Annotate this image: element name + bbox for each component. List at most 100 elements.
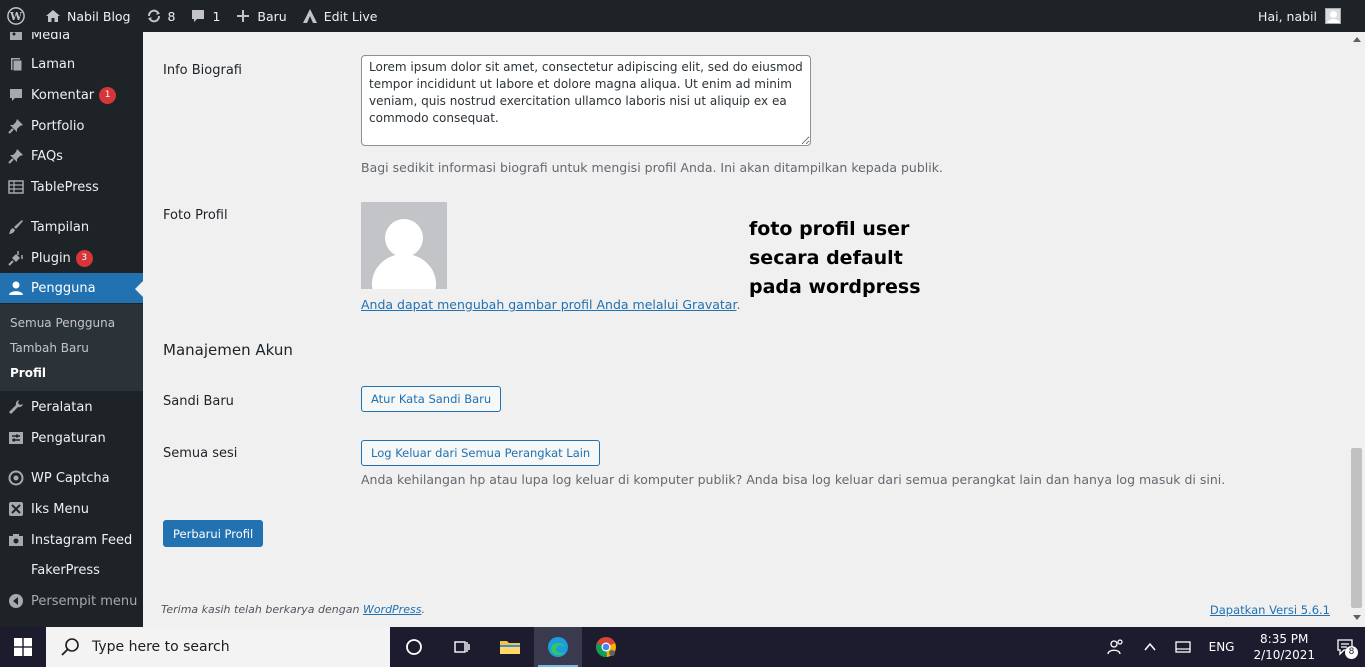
greeting: Hai, nabil (1258, 8, 1317, 24)
logout-everywhere-button[interactable]: Log Keluar dari Semua Perangkat Lain (361, 440, 601, 466)
avatar (1325, 8, 1341, 24)
people-button[interactable] (1098, 627, 1134, 667)
wordpress-link[interactable]: WordPress (363, 603, 422, 616)
menu-icon (7, 500, 25, 518)
set-new-password-button[interactable]: Atur Kata Sandi Baru (361, 386, 502, 412)
media-icon (7, 32, 25, 44)
footer-thanks: Terima kasih telah berkarya dengan WordP… (161, 603, 425, 616)
submenu-add-new[interactable]: Tambah Baru (10, 341, 89, 355)
gravatar-link[interactable]: Anda dapat mengubah gambar profil Anda m… (361, 297, 736, 312)
scrollbar-thumb[interactable] (1351, 448, 1362, 608)
notification-count-badge: 8 (1345, 646, 1358, 659)
sidebar-item-tablepress[interactable]: TablePress (0, 172, 143, 202)
sidebar-item-faqs[interactable]: FAQs (0, 141, 143, 171)
start-button[interactable] (0, 627, 46, 667)
show-hidden-icons-button[interactable] (1134, 627, 1166, 667)
wordpress-logo-button[interactable]: W (0, 0, 37, 32)
profile-avatar (361, 202, 447, 289)
pin-icon (7, 147, 25, 165)
new-content-link[interactable]: Baru (227, 0, 293, 32)
wordpress-logo-icon: W (7, 7, 25, 25)
sidebar-item-media[interactable]: Media (0, 32, 143, 50)
sidebar-item-peralatan[interactable]: Peralatan (0, 392, 143, 422)
sidebar-item-instagram-feed[interactable]: Instagram Feed (0, 525, 143, 555)
edit-live-icon (301, 7, 319, 25)
edge-browser-button[interactable] (534, 627, 582, 667)
task-view-icon (454, 641, 470, 653)
comment-count-badge: 1 (99, 86, 117, 104)
sessions-description: Anda kehilangan hp atau lupa log keluar … (361, 472, 1226, 487)
sidebar-item-portfolio[interactable]: Portfolio (0, 111, 143, 141)
plugin-icon (7, 249, 25, 267)
annotation-text: foto profil user secara default pada wor… (749, 218, 921, 298)
main-content: Info Biografi Lorem ipsum dolor sit amet… (143, 32, 1348, 627)
sidebar-item-laman[interactable]: Laman (0, 49, 143, 79)
folder-icon (500, 641, 520, 654)
sidebar-item-wp-captcha[interactable]: WP Captcha (0, 463, 143, 493)
comment-icon (189, 7, 207, 25)
page-icon (7, 55, 25, 73)
updates-link[interactable]: 8 (138, 0, 183, 32)
comment-icon (7, 86, 25, 104)
search-placeholder: Type here to search (92, 639, 230, 655)
sidebar-item-pengguna[interactable]: Pengguna (0, 273, 143, 303)
plugin-update-badge: 3 (75, 249, 93, 267)
submenu-profile[interactable]: Profil (10, 366, 46, 380)
settings-icon (7, 429, 25, 447)
chevron-up-icon (1144, 642, 1156, 651)
scroll-up-arrow-icon[interactable] (1353, 37, 1361, 42)
wrench-icon (7, 398, 25, 416)
display-button[interactable] (1166, 627, 1200, 667)
windows-taskbar: Type here to search ENG 8:35 PM 2/10/202… (0, 627, 1365, 667)
bio-label: Info Biografi (163, 63, 242, 78)
sidebar-item-komentar[interactable]: Komentar 1 (0, 80, 143, 110)
sessions-label: Semua sesi (163, 446, 238, 461)
home-icon (44, 7, 62, 25)
pin-icon (7, 117, 25, 135)
search-icon (61, 638, 79, 656)
site-name-link[interactable]: Nabil Blog (37, 0, 138, 32)
language-indicator[interactable]: ENG (1200, 627, 1244, 667)
gravatar-note: Anda dapat mengubah gambar profil Anda m… (361, 297, 741, 312)
chrome-browser-button[interactable] (582, 627, 630, 667)
comments-link[interactable]: 1 (182, 0, 227, 32)
edit-live-link[interactable]: Edit Live (294, 0, 385, 32)
users-submenu: Semua Pengguna Tambah Baru Profil (0, 304, 143, 391)
sidebar-item-iks-menu[interactable]: Iks Menu (0, 494, 143, 524)
taskbar-clock[interactable]: 8:35 PM 2/10/2021 (1243, 631, 1325, 663)
sidebar-item-pengaturan[interactable]: Pengaturan (0, 423, 143, 453)
file-explorer-button[interactable] (486, 627, 534, 667)
update-profile-button[interactable]: Perbarui Profil (163, 520, 264, 547)
get-version-link[interactable]: Dapatkan Versi 5.6.1 (1210, 603, 1330, 617)
display-icon (1174, 641, 1191, 653)
new-password-label: Sandi Baru (163, 394, 234, 409)
collapse-menu-button[interactable]: Persempit menu (0, 586, 143, 616)
sidebar-item-tampilan[interactable]: Tampilan (0, 212, 143, 242)
action-center-button[interactable]: 8 (1325, 627, 1365, 667)
fakerpress-icon (7, 561, 25, 579)
shield-icon (7, 469, 25, 487)
my-account-link[interactable]: Hai, nabil (1258, 8, 1365, 24)
profile-photo-label: Foto Profil (163, 208, 228, 223)
scroll-down-arrow-icon[interactable] (1353, 615, 1361, 620)
comments-count: 1 (212, 8, 221, 24)
site-name: Nabil Blog (67, 8, 131, 24)
plus-icon (234, 7, 252, 25)
taskbar-search-box[interactable]: Type here to search (46, 627, 390, 667)
cortana-icon (406, 639, 422, 655)
bio-textarea[interactable]: Lorem ipsum dolor sit amet, consectetur … (361, 55, 811, 146)
task-view-button[interactable] (438, 627, 486, 667)
page-scrollbar[interactable] (1348, 32, 1365, 627)
cortana-button[interactable] (390, 627, 438, 667)
sidebar-item-plugin[interactable]: Plugin 3 (0, 243, 143, 273)
camera-icon (7, 531, 25, 549)
submenu-all-users[interactable]: Semua Pengguna (10, 316, 115, 330)
updates-count: 8 (167, 8, 176, 24)
windows-logo-icon (14, 638, 32, 656)
edge-icon (548, 637, 568, 657)
table-icon (7, 178, 25, 196)
updates-icon (145, 7, 163, 25)
sidebar-item-fakerpress[interactable]: FakerPress (0, 555, 143, 585)
user-icon (7, 279, 25, 297)
account-management-heading: Manajemen Akun (163, 341, 293, 359)
